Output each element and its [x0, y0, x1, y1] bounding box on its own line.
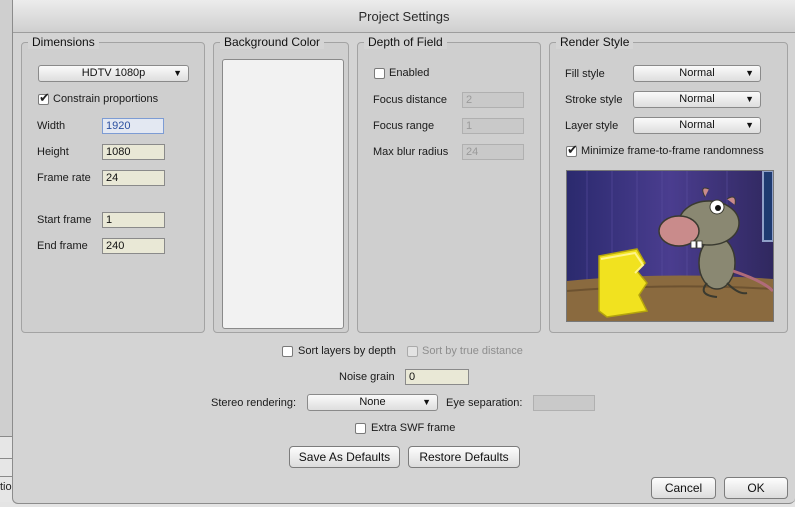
stereo-rendering-value: None	[359, 396, 386, 408]
dof-enabled-label: Enabled	[389, 67, 430, 79]
render-style-preview	[566, 170, 774, 322]
stroke-style-label: Stroke style	[565, 94, 623, 106]
preset-dropdown[interactable]: HDTV 1080p ▼	[38, 65, 189, 82]
chevron-down-icon: ▼	[745, 68, 754, 78]
sort-true-distance-label: Sort by true distance	[422, 345, 523, 357]
dimensions-panel: Dimensions HDTV 1080p ▼ ✔ Constrain prop…	[21, 35, 205, 333]
depth-of-field-legend: Depth of Field	[364, 35, 447, 49]
preset-value: HDTV 1080p	[81, 67, 146, 79]
stroke-style-value: Normal	[679, 93, 715, 105]
max-blur-radius-label: Max blur radius	[373, 146, 449, 158]
end-frame-label: End frame	[37, 240, 88, 252]
ok-button[interactable]: OK	[724, 477, 788, 499]
width-field[interactable]: 1920	[102, 118, 164, 134]
frame-rate-label: Frame rate	[37, 172, 91, 184]
fill-style-dropdown[interactable]: Normal ▼	[633, 65, 761, 82]
eye-separation-label: Eye separation:	[446, 397, 523, 409]
checkmark-icon: ✔	[39, 90, 50, 105]
background-color-legend: Background Color	[220, 35, 325, 49]
render-style-legend: Render Style	[556, 35, 634, 49]
depth-of-field-panel: Depth of Field Enabled Focus distance 2 …	[357, 35, 541, 333]
render-style-panel: Render Style Fill style Normal ▼ Stroke …	[549, 35, 788, 333]
minimize-randomness-checkbox[interactable]: ✔	[566, 142, 578, 157]
cartoon-preview-image	[567, 171, 773, 321]
extra-swf-frame-checkbox[interactable]	[355, 423, 366, 434]
sort-layers-checkbox[interactable]	[282, 346, 293, 357]
layer-style-label: Layer style	[565, 120, 619, 132]
height-field[interactable]: 1080	[102, 144, 165, 160]
noise-grain-label: Noise grain	[339, 371, 395, 383]
save-as-defaults-button[interactable]: Save As Defaults	[289, 446, 400, 468]
background-color-panel: Background Color	[213, 35, 349, 333]
noise-grain-field[interactable]: 0	[405, 369, 469, 385]
dimensions-legend: Dimensions	[28, 35, 99, 49]
focus-range-label: Focus range	[373, 120, 435, 132]
checkmark-icon: ✔	[567, 142, 578, 157]
sort-true-distance-checkbox[interactable]	[407, 346, 418, 357]
chevron-down-icon: ▼	[422, 397, 431, 407]
eye-separation-field[interactable]	[533, 395, 595, 411]
focus-distance-field[interactable]: 2	[462, 92, 524, 108]
height-label: Height	[37, 146, 69, 158]
project-settings-dialog: Project Settings Dimensions HDTV 1080p ▼…	[12, 0, 795, 504]
focus-range-field[interactable]: 1	[462, 118, 524, 134]
background-color-swatch[interactable]	[222, 59, 344, 329]
start-frame-label: Start frame	[37, 214, 92, 226]
layer-style-value: Normal	[679, 119, 715, 131]
constrain-proportions-checkbox[interactable]: ✔	[38, 90, 50, 105]
fill-style-label: Fill style	[565, 68, 605, 80]
stereo-rendering-dropdown[interactable]: None ▼	[307, 394, 438, 411]
layer-style-dropdown[interactable]: Normal ▼	[633, 117, 761, 134]
start-frame-field[interactable]: 1	[102, 212, 165, 228]
max-blur-radius-field[interactable]: 24	[462, 144, 524, 160]
restore-defaults-button[interactable]: Restore Defaults	[408, 446, 520, 468]
width-label: Width	[37, 120, 66, 132]
cancel-button[interactable]: Cancel	[651, 477, 716, 499]
sort-layers-label: Sort layers by depth	[298, 345, 396, 357]
extra-swf-frame-label: Extra SWF frame	[371, 422, 456, 434]
window-title: Project Settings	[13, 0, 795, 33]
dof-enabled-checkbox[interactable]	[374, 68, 385, 79]
end-frame-field[interactable]: 240	[102, 238, 165, 254]
chevron-down-icon: ▼	[173, 68, 182, 78]
focus-distance-label: Focus distance	[373, 94, 447, 106]
minimize-randomness-label: Minimize frame-to-frame randomness	[581, 145, 764, 157]
chevron-down-icon: ▼	[745, 94, 754, 104]
constrain-proportions-label: Constrain proportions	[53, 93, 159, 105]
chevron-down-icon: ▼	[745, 120, 754, 130]
frame-rate-field[interactable]: 24	[102, 170, 165, 186]
fill-style-value: Normal	[679, 67, 715, 79]
background-window-text: tio	[0, 481, 12, 493]
stereo-rendering-label: Stereo rendering:	[211, 397, 296, 409]
stroke-style-dropdown[interactable]: Normal ▼	[633, 91, 761, 108]
